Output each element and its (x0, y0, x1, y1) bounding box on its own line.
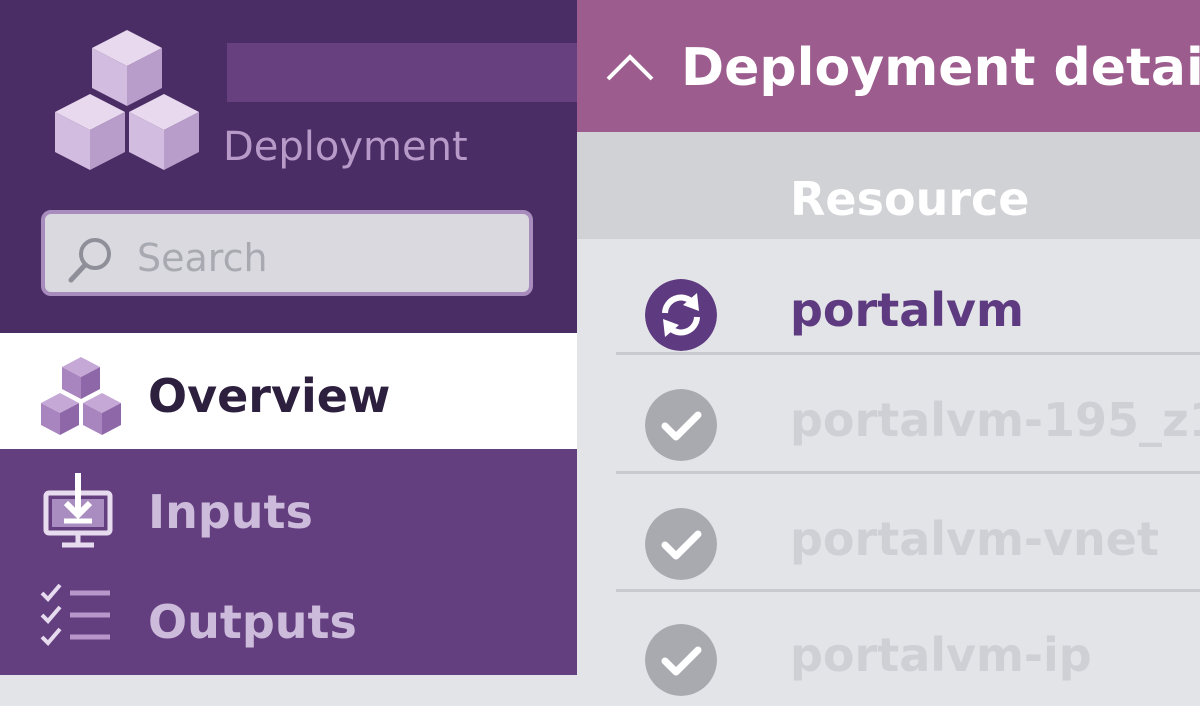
table-row[interactable]: portalvm-ip (577, 588, 1200, 706)
app-title-bar (227, 43, 577, 102)
refresh-icon (645, 279, 717, 351)
check-icon (645, 508, 717, 580)
nav-item-outputs[interactable]: Outputs (0, 559, 577, 675)
nav-label-outputs: Outputs (148, 595, 357, 649)
search-input[interactable]: Search (41, 210, 533, 296)
chevron-up-icon[interactable] (605, 52, 655, 82)
nav-item-overview[interactable]: Overview (0, 333, 577, 449)
table-row[interactable]: portalvm (577, 243, 1200, 361)
check-icon (645, 624, 717, 696)
table-row[interactable]: portalvm-vnet (577, 472, 1200, 590)
resource-name: portalvm (790, 283, 1024, 337)
resource-column-header[interactable]: Resource (577, 132, 1200, 239)
check-icon (645, 389, 717, 461)
search-placeholder: Search (137, 236, 268, 280)
resource-name: portalvm-ip (790, 628, 1092, 682)
search-icon (68, 238, 111, 283)
nav-label-overview: Overview (148, 369, 391, 423)
cubes-icon (41, 357, 121, 435)
panel-title: Deployment details (681, 38, 1200, 98)
deployment-logo-icon (55, 30, 199, 170)
resource-name: portalvm-vnet (790, 512, 1159, 566)
download-monitor-icon (43, 473, 113, 548)
resource-name: portalvm-195_z1 (790, 393, 1200, 447)
table-row[interactable]: portalvm-195_z1 (577, 353, 1200, 471)
checklist-icon (40, 583, 110, 646)
column-label-resource: Resource (790, 172, 1030, 226)
deployment-details-header[interactable]: Deployment details (577, 0, 1200, 132)
nav-item-inputs[interactable]: Inputs (0, 449, 577, 565)
app-name: Deployment (223, 124, 468, 170)
nav-label-inputs: Inputs (148, 485, 313, 539)
